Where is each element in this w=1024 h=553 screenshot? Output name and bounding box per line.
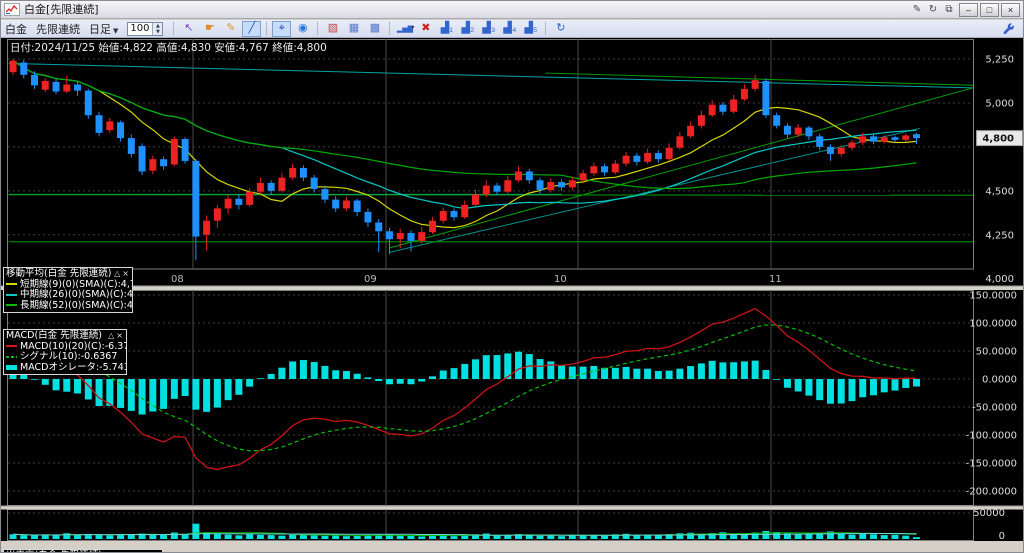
chart-area: 5,250 5,000 4,500 4,250 4,000 4,800 08 09 10 11 15…: [1, 38, 1024, 552]
svg-text:0.0000: 0.0000: [982, 375, 1017, 386]
volume-legend: 出来高(白金 先限連続) △ × 出来高:3496 出来高移動平均(9)(SMA…: [3, 549, 163, 552]
toolbar-separator: [266, 22, 268, 35]
maximize-button[interactable]: □: [980, 2, 999, 17]
cycle-icon[interactable]: ↻: [925, 4, 941, 15]
macd-legend: MACD(白金 先限連続) △ × MACD(10)(20)(C):-6.379…: [3, 329, 127, 375]
svg-text:09: 09: [364, 274, 377, 285]
legend-item: MACDオシレータ:-5.7432: [6, 362, 126, 373]
svg-text:-200.0000: -200.0000: [966, 487, 1017, 498]
window-title: 白金[先限連続]: [24, 2, 99, 16]
svg-text:100.0000: 100.0000: [969, 319, 1017, 330]
ohlc-info-bar: 日付:2024/11/25 始値:4,822 高値:4,830 安値:4,767…: [10, 42, 327, 54]
svg-text:5,250: 5,250: [985, 55, 1014, 66]
svg-text:-100.0000: -100.0000: [966, 431, 1017, 442]
minimize-button[interactable]: –: [959, 2, 978, 17]
svg-text:4,250: 4,250: [985, 230, 1014, 241]
titlebar: 白金[先限連続] ✎ ↻ ⧉ – □ ×: [1, 1, 1023, 19]
chart-window-icon: [4, 3, 20, 16]
oscillator-swatch: [6, 364, 17, 370]
svg-text:5,000: 5,000: [985, 98, 1014, 109]
symbol-label[interactable]: 白金: [5, 21, 27, 37]
toolbar-separator: [389, 22, 391, 35]
ma-legend-title: 移動平均(白金 先限連続): [6, 268, 112, 279]
svg-text:10: 10: [554, 274, 567, 285]
svg-text:0: 0: [999, 531, 1005, 541]
tool-pointer-tool[interactable]: ↖: [179, 21, 198, 37]
stepper-arrows[interactable]: ▲ ▼: [152, 22, 163, 35]
wrench-icon[interactable]: [1003, 22, 1015, 35]
signal-line-swatch: [6, 355, 17, 358]
close-icon[interactable]: ×: [116, 331, 123, 341]
bar-count-stepper[interactable]: 100 ▲ ▼: [127, 21, 164, 36]
svg-text:-150.0000: -150.0000: [966, 459, 1017, 470]
tool-layout-5[interactable]: ▟₅: [521, 21, 540, 37]
svg-text:4,500: 4,500: [985, 186, 1014, 197]
legend-item: MACD(10)(20)(C):-6.3799: [6, 341, 126, 352]
legend-item: シグナル(10):-0.6367: [6, 352, 123, 362]
tool-refresh[interactable]: ↻: [551, 21, 570, 37]
tool-layout-3[interactable]: ▟₃: [479, 21, 498, 37]
svg-text:50000: 50000: [973, 508, 1005, 519]
tool-zoom-tool[interactable]: ◉: [293, 21, 312, 37]
collapse-icon[interactable]: △: [114, 269, 120, 279]
period-select[interactable]: 日足 ▼: [89, 21, 118, 37]
tool-remove-indicator[interactable]: ✖: [416, 21, 435, 37]
tool-layout-2[interactable]: ▟₂: [458, 21, 477, 37]
sma26-swatch: [6, 293, 17, 296]
toolbar-separator: [545, 22, 547, 35]
macd-legend-title: MACD(白金 先限連続): [6, 330, 102, 341]
tool-layout-4[interactable]: ▟₄: [500, 21, 519, 37]
tool-grid-dense-view[interactable]: ▩: [365, 21, 384, 37]
svg-text:-50.0000: -50.0000: [972, 403, 1017, 414]
svg-text:4,800: 4,800: [982, 134, 1014, 145]
toolbar-separator: [317, 22, 319, 35]
tool-pencil-tool[interactable]: ✎: [221, 21, 240, 37]
legend-item: 短期線(9)(0)(SMA)(C):4,770: [6, 279, 132, 290]
tool-chart-settings[interactable]: ▧: [323, 21, 342, 37]
series-label[interactable]: 先限連続: [36, 21, 80, 37]
close-icon[interactable]: ×: [122, 269, 129, 279]
svg-text:11: 11: [769, 274, 782, 285]
step-down-icon: ▼: [155, 28, 160, 35]
toolbar-tools: ↖ ☛ ✎ ╱ ⌖ ◉ ▧ ▦ ▩ ▂▅▇ ▾ ✖ ▟₁ ▟₂ ▟₃ ▟₄ ▟₅ ↻: [178, 20, 571, 37]
svg-text:08: 08: [171, 274, 184, 285]
chevron-down-icon: ▾: [411, 24, 415, 31]
sma52-swatch: [6, 304, 17, 307]
svg-text:50.0000: 50.0000: [976, 347, 1017, 358]
ma-legend: 移動平均(白金 先限連続) △ × 短期線(9)(0)(SMA)(C):4,77…: [3, 267, 133, 313]
sma9-swatch: [6, 283, 17, 286]
tool-trendline-tool[interactable]: ╱: [242, 20, 262, 37]
macd-line-swatch: [6, 345, 17, 348]
close-button[interactable]: ×: [1001, 2, 1020, 17]
svg-text:150.0000: 150.0000: [969, 291, 1017, 302]
tool-chart-type[interactable]: ▂▅▇ ▾: [395, 21, 415, 37]
toolbar: 白金 先限連続 日足 ▼ 100 ▲ ▼ ↖ ☛ ✎ ╱ ⌖ ◉ ▧ ▦ ▩ ▂▅▇ ▾ ✖ ▟₁ ▟₂ ▟₃ ▟…: [1, 20, 1023, 38]
tool-hand-tool[interactable]: ☛: [200, 21, 219, 37]
legend-item: 中期線(26)(0)(SMA)(C):4,870: [6, 290, 132, 300]
bar-count-value[interactable]: 100: [128, 23, 152, 35]
collapse-icon[interactable]: △: [108, 331, 114, 341]
chevron-down-icon: ▼: [113, 26, 119, 35]
tool-grid-view[interactable]: ▦: [344, 21, 363, 37]
tool-crosshair-tool[interactable]: ⌖: [272, 20, 292, 37]
pin-icon[interactable]: ✎: [909, 4, 925, 15]
legend-item: 長期線(52)(0)(SMA)(C):4,716: [6, 300, 132, 311]
toolbar-separator: [173, 22, 175, 35]
chart-canvas[interactable]: 5,250 5,000 4,500 4,250 4,000 4,800 08 09 10 11 15…: [1, 38, 1024, 541]
tool-layout-1[interactable]: ▟₁: [437, 21, 456, 37]
svg-text:4,000: 4,000: [985, 274, 1014, 285]
app-window: 白金[先限連続] ✎ ↻ ⧉ – □ × 白金 先限連続 日足 ▼ 100 ▲ ▼ …: [0, 0, 1024, 553]
popout-icon[interactable]: ⧉: [941, 4, 957, 15]
